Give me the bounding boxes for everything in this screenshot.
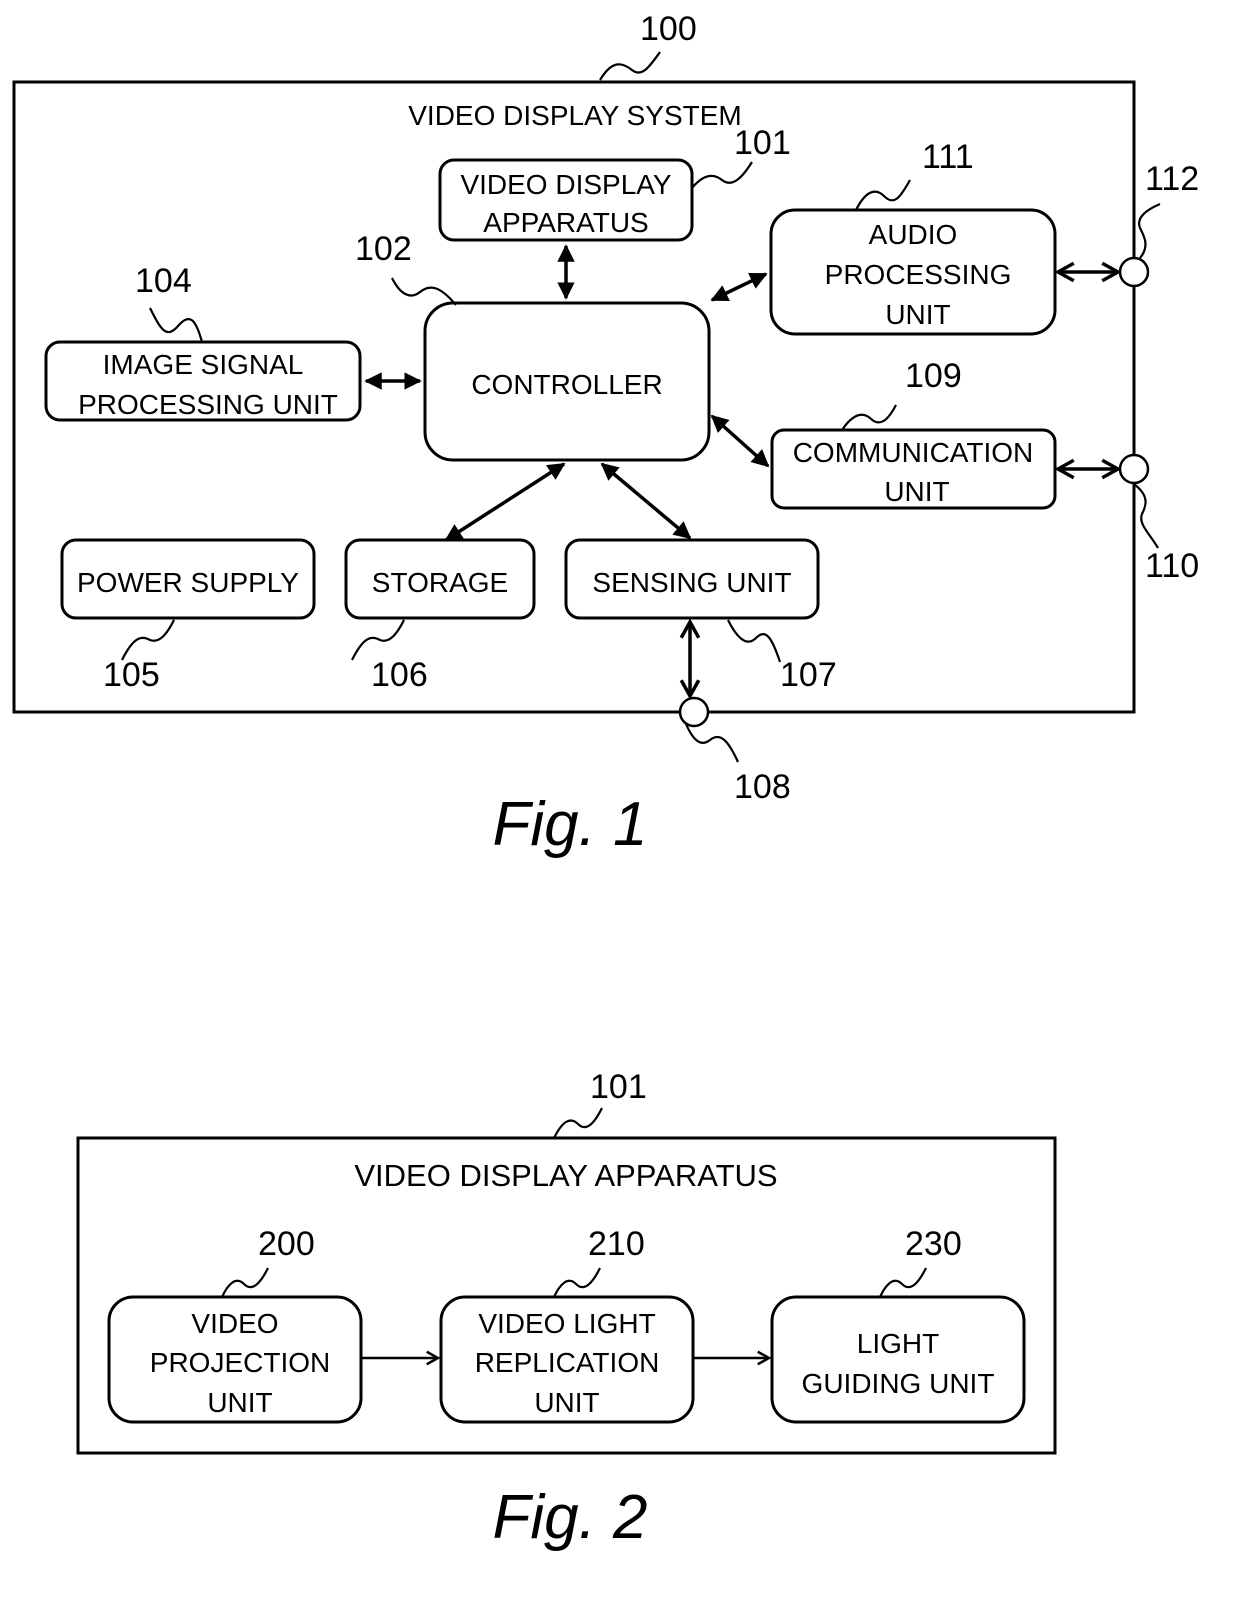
block-storage[interactable]: STORAGE (344, 538, 536, 620)
block-label-line: LIGHT (857, 1328, 939, 1359)
ref-leader-210 (553, 1267, 601, 1298)
block-label-line: POWER SUPPLY (77, 567, 299, 598)
block-video-light-replication-unit[interactable]: VIDEO LIGHT REPLICATION UNIT (439, 1295, 695, 1424)
block-label-line: VIDEO (191, 1308, 278, 1339)
ref-100: 100 (640, 10, 697, 48)
block-label-line: REPLICATION (475, 1347, 660, 1378)
figure-2: 101 VIDEO DISPLAY APPARATUS VIDEO PROJEC… (76, 1068, 1057, 1552)
ref-leader-230 (879, 1267, 927, 1298)
block-label-line: COMMUNICATION (793, 437, 1034, 468)
system-title: VIDEO DISPLAY SYSTEM (408, 100, 742, 131)
connector-controller-storage (444, 462, 566, 542)
ref-101: 101 (590, 1068, 647, 1106)
ref-111: 111 (922, 138, 974, 176)
ref-102: 102 (355, 230, 412, 268)
block-label-line: UNIT (884, 476, 949, 507)
ref-230: 230 (905, 1225, 962, 1263)
ref-106: 106 (371, 656, 428, 694)
ref-105: 105 (103, 656, 160, 694)
block-power-supply[interactable]: POWER SUPPLY (60, 538, 316, 620)
block-label-line: VIDEO LIGHT (478, 1308, 655, 1339)
block-label-line: APPARATUS (483, 207, 648, 238)
ref-110: 110 (1145, 547, 1199, 585)
terminal-112[interactable] (1118, 256, 1150, 288)
figure-1: 100 VIDEO DISPLAY SYSTEM VIDEO DISPLAY A… (12, 10, 1199, 859)
terminal-108[interactable] (678, 696, 710, 728)
ref-leader-108 (684, 723, 740, 763)
ref-leader-102 (391, 277, 457, 306)
block-video-projection-unit[interactable]: VIDEO PROJECTION UNIT (107, 1295, 363, 1424)
ref-112: 112 (1145, 160, 1199, 198)
ref-leader-100 (599, 51, 661, 81)
block-label-line: PROCESSING (825, 259, 1012, 290)
block-label-line: VIDEO DISPLAY (460, 169, 671, 200)
ref-104: 104 (135, 262, 192, 300)
block-label-line: PROCESSING UNIT (78, 389, 338, 420)
figure-caption: Fig. 1 (492, 790, 647, 859)
block-label-line: CONTROLLER (471, 369, 662, 400)
ref-101: 101 (734, 124, 791, 162)
ref-leader-200 (221, 1267, 269, 1298)
patent-drawing-sheet: 100 VIDEO DISPLAY SYSTEM VIDEO DISPLAY A… (12, 10, 1199, 1552)
block-communication-unit[interactable]: COMMUNICATION UNIT (770, 428, 1057, 510)
block-label-line: UNIT (207, 1387, 272, 1418)
block-audio-processing-unit[interactable]: AUDIO PROCESSING UNIT (769, 208, 1057, 336)
block-label-line: PROJECTION (150, 1347, 330, 1378)
ref-leader-106 (351, 619, 405, 661)
connector-controller-communication (710, 414, 770, 468)
block-sensing-unit[interactable]: SENSING UNIT (564, 538, 820, 620)
block-label-line: UNIT (885, 299, 950, 330)
ref-109: 109 (905, 357, 962, 395)
ref-leader-109 (841, 404, 897, 431)
block-image-signal-processing-unit[interactable]: IMAGE SIGNAL PROCESSING UNIT (44, 340, 362, 422)
ref-leader-101 (553, 1107, 603, 1139)
ref-leader-101 (691, 161, 753, 189)
block-label-line: UNIT (534, 1387, 599, 1418)
connector-controller-sensing (600, 462, 692, 540)
block-light-guiding-unit[interactable]: LIGHT GUIDING UNIT (770, 1295, 1026, 1424)
block-label-line: IMAGE SIGNAL (103, 349, 304, 380)
ref-leader-104 (149, 307, 204, 343)
ref-leader-111 (855, 179, 911, 211)
connector-controller-audio-processing (710, 272, 768, 302)
block-controller[interactable]: CONTROLLER (423, 301, 711, 462)
block-label-line: STORAGE (372, 567, 508, 598)
ref-leader-110 (1133, 483, 1159, 549)
ref-210: 210 (588, 1225, 645, 1263)
block-label-line: GUIDING UNIT (802, 1368, 995, 1399)
block-label-line: SENSING UNIT (592, 567, 791, 598)
ref-200: 200 (258, 1225, 315, 1263)
ref-108: 108 (734, 768, 791, 806)
ref-leader-112 (1138, 202, 1161, 259)
ref-leader-107 (727, 619, 782, 663)
ref-leader-105 (121, 619, 175, 661)
block-label-line: AUDIO (869, 219, 958, 250)
figure-caption: Fig. 2 (492, 1483, 647, 1552)
ref-107: 107 (780, 656, 837, 694)
system-title: VIDEO DISPLAY APPARATUS (354, 1158, 777, 1193)
block-video-display-apparatus[interactable]: VIDEO DISPLAY APPARATUS (438, 158, 694, 242)
terminal-110[interactable] (1118, 453, 1150, 485)
